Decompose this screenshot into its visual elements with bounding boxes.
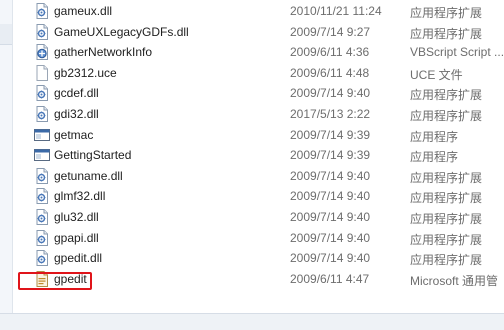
name-cell: gameux.dll [34, 1, 274, 21]
blank-file-icon [34, 64, 50, 81]
file-name: getuname.dll [54, 168, 123, 183]
file-row[interactable]: gameux.dll 2010/11/21 11:24 应用程序扩展 [12, 1, 504, 21]
file-row[interactable]: gpapi.dll 2009/7/14 9:40 应用程序扩展 [12, 228, 504, 248]
file-row[interactable]: GameUXLegacyGDFs.dll 2009/7/14 9:27 应用程序… [12, 22, 504, 42]
modified-date: 2009/7/14 9:40 [290, 230, 371, 245]
dll-icon [34, 85, 50, 102]
modified-date: 2009/7/14 9:40 [290, 210, 371, 224]
file-type: 应用程序扩展 [410, 109, 483, 123]
file-name: gpedit.dll [54, 251, 103, 266]
modified-date: 2009/7/14 9:40 [290, 189, 371, 204]
name-cell: gb2312.uce [34, 63, 274, 83]
file-type: Microsoft 通用管 [410, 273, 499, 288]
modified-date: 2009/6/11 4:36 [290, 45, 370, 60]
dll-icon [34, 106, 50, 122]
dll-icon [34, 3, 50, 19]
file-type: 应用程序扩展 [410, 253, 483, 268]
file-type: 应用程序 [410, 150, 459, 165]
file-list: gameux.dll 2010/11/21 11:24 应用程序扩展 GameU… [12, 0, 504, 313]
exe-icon [34, 147, 50, 163]
name-cell: glmf32.dll [34, 186, 274, 206]
file-name: GameUXLegacyGDFs.dll [54, 24, 189, 39]
file-name: gameux.dll [54, 4, 113, 18]
dll-icon [34, 188, 50, 205]
modified-date: 2009/7/14 9:39 [290, 127, 371, 142]
dll-icon [34, 250, 50, 267]
modified-date: 2009/6/11 4:47 [290, 271, 370, 286]
name-cell: gpapi.dll [34, 228, 274, 248]
modified-date: 2009/7/14 9:40 [290, 168, 371, 183]
dll-icon [34, 167, 50, 184]
name-cell: GettingStarted [34, 145, 274, 165]
modified-date: 2009/6/11 4:48 [290, 65, 370, 80]
file-name: gb2312.uce [54, 65, 117, 80]
file-name: glu32.dll [54, 210, 99, 224]
dll-icon [34, 209, 50, 225]
file-type: 应用程序扩展 [410, 170, 483, 185]
file-name: GettingStarted [54, 148, 132, 163]
modified-date: 2017/5/13 2:22 [290, 107, 371, 121]
file-name: gatherNetworkInfo [54, 45, 153, 60]
file-type: 应用程序扩展 [410, 191, 483, 206]
file-name: gpapi.dll [54, 230, 99, 245]
modified-date: 2009/7/14 9:27 [290, 24, 371, 39]
file-type: 应用程序扩展 [410, 26, 483, 41]
name-cell: getuname.dll [34, 166, 274, 186]
highlight-box [18, 272, 92, 290]
file-name: gdi32.dll [54, 107, 99, 121]
modified-date: 2009/7/14 9:40 [290, 86, 371, 101]
name-cell: getmac [34, 125, 274, 145]
file-row[interactable]: getuname.dll 2009/7/14 9:40 应用程序扩展 [12, 166, 504, 186]
exe-icon [34, 127, 50, 143]
file-row[interactable]: gatherNetworkInfo 2009/6/11 4:36 VBScrip… [12, 42, 504, 62]
file-row[interactable]: gpedit.dll 2009/7/14 9:40 应用程序扩展 [12, 248, 504, 268]
file-row[interactable]: GettingStarted 2009/7/14 9:39 应用程序 [12, 145, 504, 165]
file-row[interactable]: getmac 2009/7/14 9:39 应用程序 [12, 125, 504, 145]
name-cell: glu32.dll [34, 207, 274, 227]
file-row[interactable]: gcdef.dll 2009/7/14 9:40 应用程序扩展 [12, 83, 504, 103]
name-cell: GameUXLegacyGDFs.dll [34, 22, 274, 42]
dll-icon [34, 229, 50, 246]
file-type: 应用程序 [410, 129, 459, 144]
name-cell: gdi32.dll [34, 104, 274, 124]
navigation-pane-item[interactable] [0, 24, 12, 45]
dll-icon [34, 23, 50, 40]
modified-date: 2010/11/21 11:24 [290, 4, 382, 18]
file-type: 应用程序扩展 [410, 212, 483, 226]
file-name: gcdef.dll [54, 86, 99, 101]
name-cell: gcdef.dll [34, 83, 274, 103]
vbscript-icon [34, 44, 50, 61]
bottom-bar [0, 313, 504, 330]
file-type: 应用程序扩展 [410, 88, 483, 103]
name-cell: gatherNetworkInfo [34, 42, 274, 62]
file-row[interactable]: glmf32.dll 2009/7/14 9:40 应用程序扩展 [12, 186, 504, 206]
file-row[interactable]: gdi32.dll 2017/5/13 2:22 应用程序扩展 [12, 104, 504, 124]
file-row[interactable]: glu32.dll 2009/7/14 9:40 应用程序扩展 [12, 207, 504, 227]
file-type: UCE 文件 [410, 67, 463, 82]
file-name: glmf32.dll [54, 189, 106, 204]
modified-date: 2009/7/14 9:40 [290, 251, 371, 266]
file-type: VBScript Script ... [410, 45, 504, 60]
file-name: getmac [54, 127, 94, 142]
file-row[interactable]: gb2312.uce 2009/6/11 4:48 UCE 文件 [12, 63, 504, 83]
file-type: 应用程序扩展 [410, 232, 483, 247]
file-type: 应用程序扩展 [410, 6, 483, 20]
modified-date: 2009/7/14 9:39 [290, 148, 371, 163]
name-cell: gpedit.dll [34, 248, 274, 268]
